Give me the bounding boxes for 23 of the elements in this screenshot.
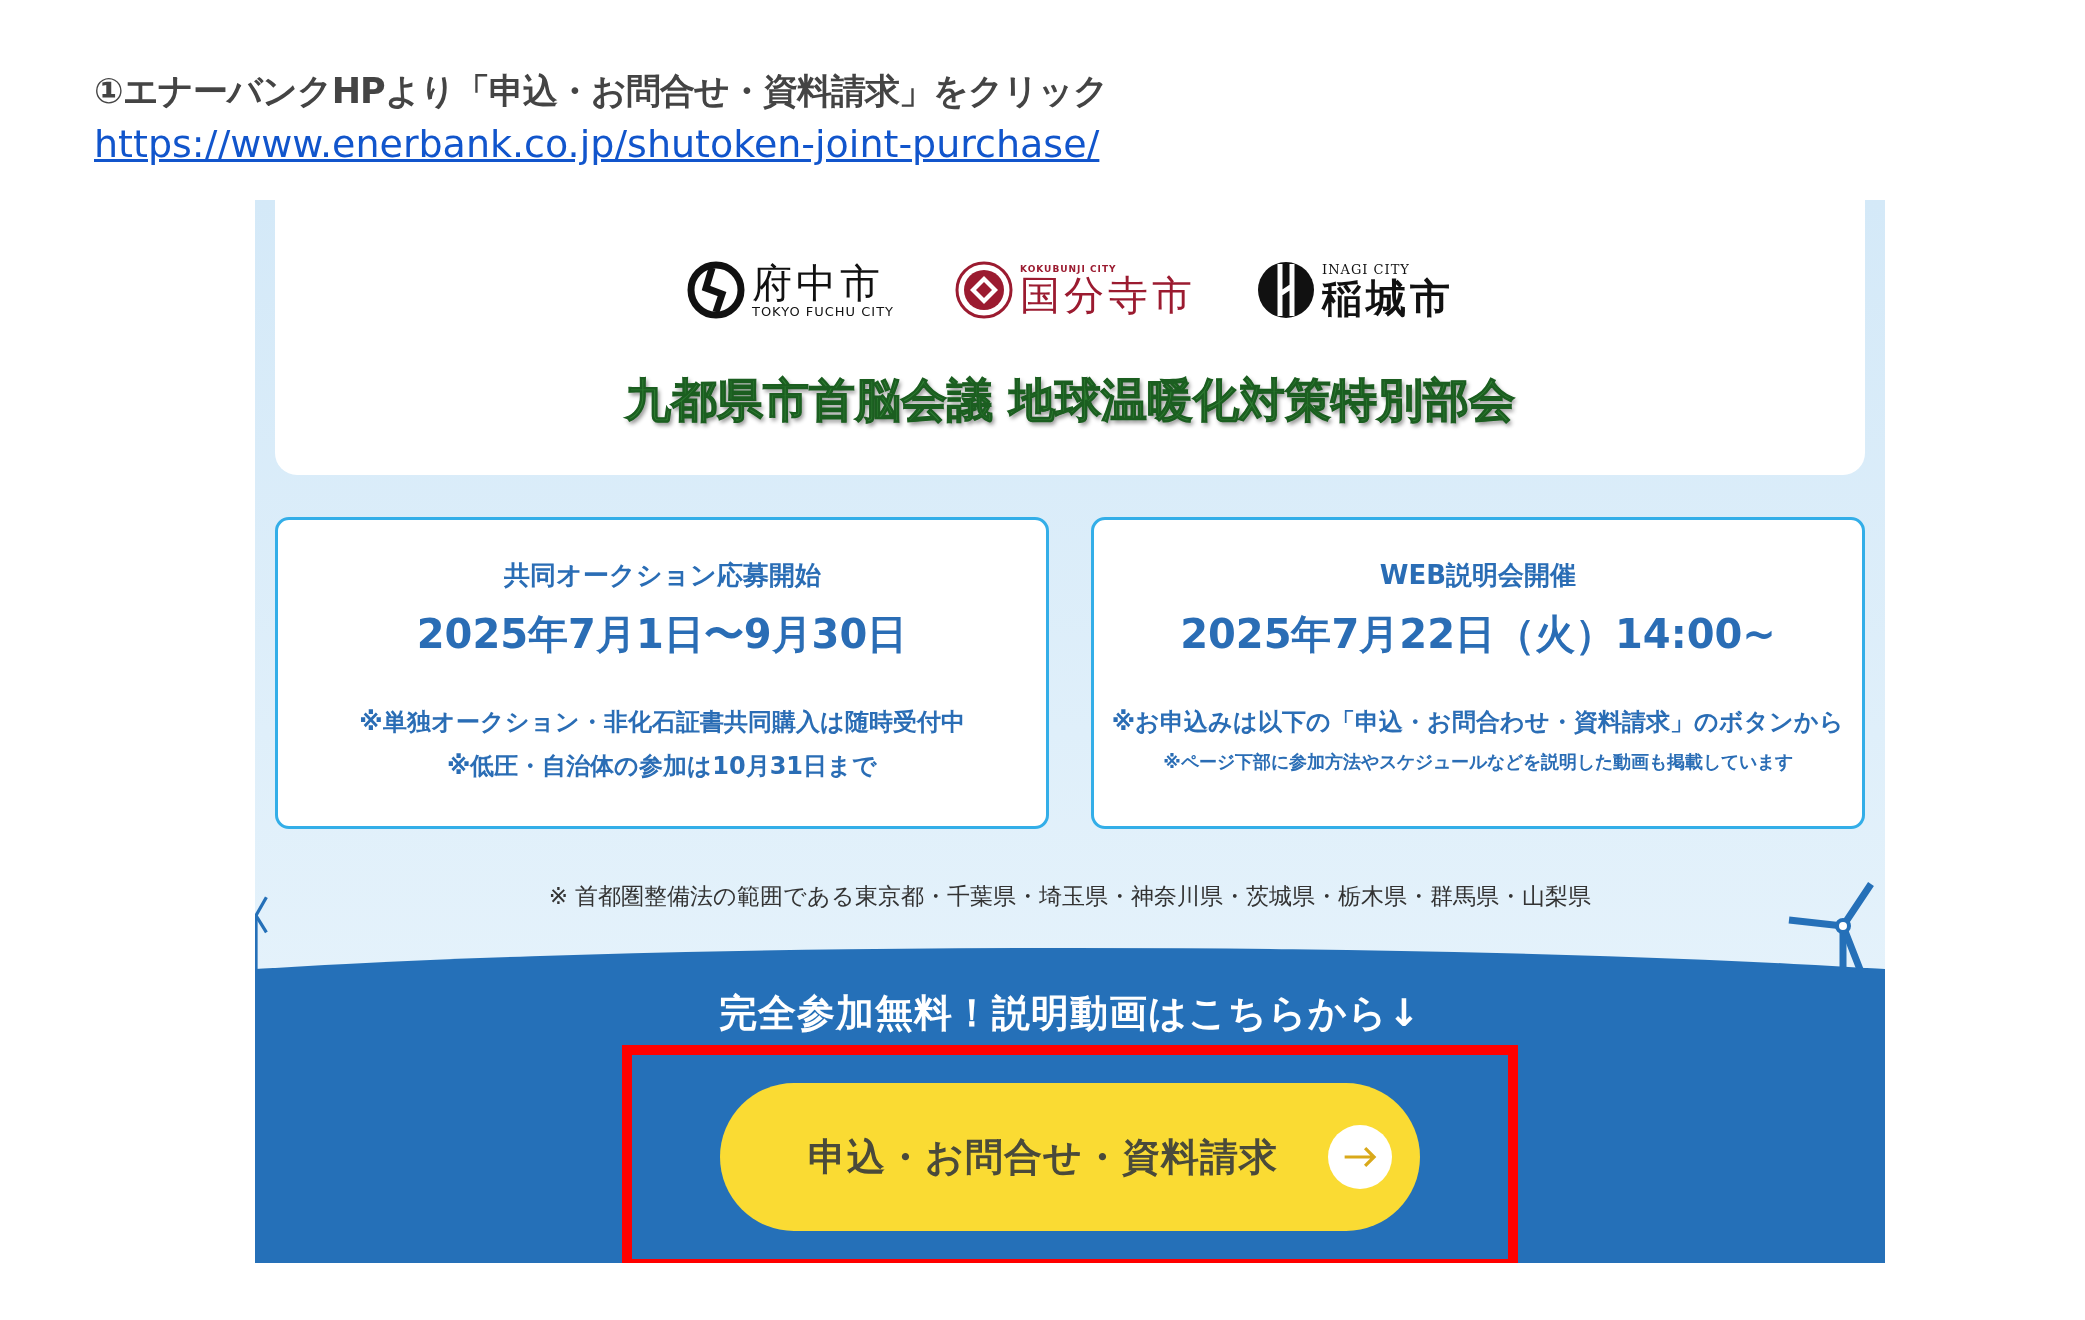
city-subtitle: TOKYO FUCHU CITY bbox=[751, 303, 895, 319]
city-emblem-icon bbox=[954, 260, 1015, 320]
card-title: WEB説明会開催 bbox=[1379, 559, 1577, 592]
city-subtitle: KOKUBUNJI CITY bbox=[1020, 264, 1118, 274]
council-title: 九都県市首脳会議 地球温暖化対策特別部会 bbox=[625, 372, 1515, 429]
url-link[interactable]: https://www.enerbank.co.jp/shutoken-joint-purchase/ bbox=[94, 116, 1100, 172]
card-date: 2025年7月1日〜9月30日 bbox=[416, 610, 908, 659]
cta-heading: 完全参加無料！説明動画はこちらから↓ bbox=[719, 990, 1421, 1037]
city-subtitle: INAGI CITY bbox=[1322, 261, 1410, 277]
apply-button[interactable]: 申込・お問合せ・資料請求 bbox=[720, 1083, 1420, 1231]
city-emblem-icon bbox=[1256, 260, 1317, 320]
instruction-heading: ①エナーバンクHPより「申込・お問合せ・資料請求」をクリック bbox=[94, 70, 1109, 113]
card-note: ※低圧・自治体の参加は10月31日まで bbox=[446, 751, 878, 782]
city-name: 国分寺市 bbox=[1020, 274, 1197, 316]
card-note: ※ページ下部に参加方法やスケジュールなどを説明した動画も掲載しています bbox=[1163, 750, 1793, 774]
card-title: 共同オークション応募開始 bbox=[503, 559, 821, 592]
area-note: ※ 首都圏整備法の範囲である東京都・千葉県・埼玉県・神奈川県・茨城県・栃木県・群馬県・山梨県 bbox=[547, 882, 1593, 911]
card-note: ※単独オークション・非化石証書共同購入は随時受付中 bbox=[359, 707, 965, 738]
city-name: 府中市 bbox=[751, 261, 885, 304]
card-date: 2025年7月22日（火）14:00~ bbox=[1180, 610, 1776, 659]
card-note: ※お申込みは以下の「申込・お問合わせ・資料請求」のボタンから bbox=[1111, 707, 1845, 738]
city-name: 稲城市 bbox=[1322, 276, 1455, 319]
city-emblem-icon bbox=[685, 260, 746, 320]
